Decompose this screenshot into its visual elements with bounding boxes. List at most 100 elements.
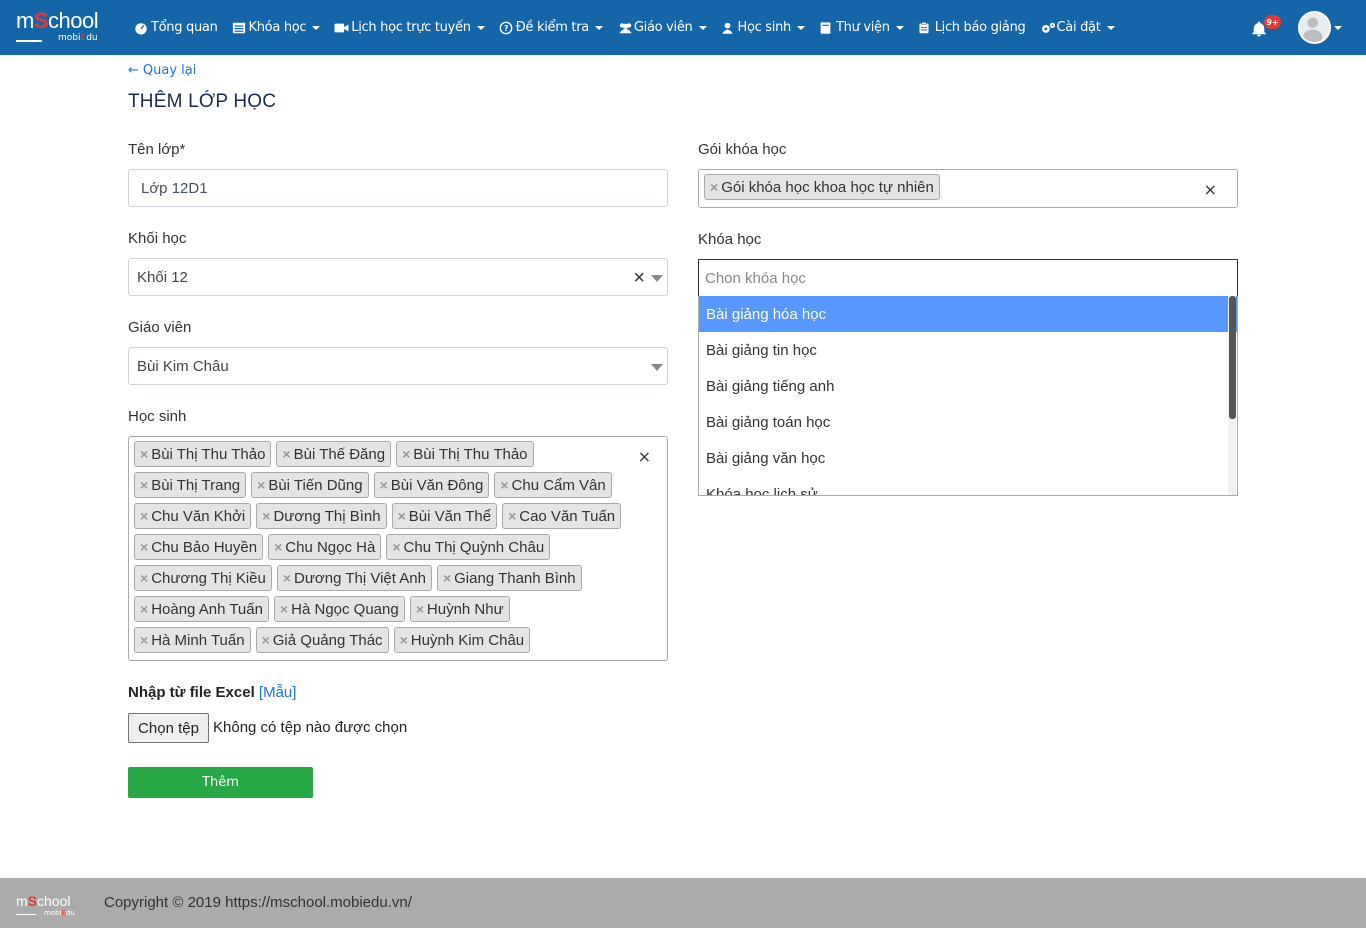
student-tag[interactable]: × Bùi Văn Đông (373, 472, 490, 498)
nav-item-label: Lịch báo giảng (934, 20, 1026, 35)
student-tag[interactable]: × Chu Ngọc Hà (268, 534, 382, 560)
remove-tag-icon[interactable]: × (140, 632, 148, 648)
caret-down-icon (1106, 25, 1115, 30)
nav-item-label: Cài đặt (1056, 20, 1101, 35)
students-multiselect[interactable]: × Bùi Thị Thu Thảo × Bùi Thế Đăng × Bùi Thị T… (128, 436, 668, 661)
course-search-input[interactable]: Chon khóa học (698, 259, 1238, 296)
back-link[interactable]: ← Quay lại (128, 63, 196, 78)
student-tag[interactable]: × Bùi Tiến Dũng (251, 472, 369, 498)
remove-tag-icon[interactable]: × (282, 446, 290, 462)
course-option[interactable]: Bài giảng toán học (699, 404, 1237, 440)
nav-item-5[interactable]: Học sinh (721, 20, 805, 35)
user-avatar-icon (1303, 17, 1323, 42)
sample-file-link[interactable]: [Mẫu] (259, 684, 297, 701)
choose-file-button[interactable]: Chọn tệp (128, 713, 209, 743)
nav-item-0[interactable]: Tổng quan (134, 20, 218, 35)
remove-tag-icon[interactable]: × (262, 508, 270, 524)
users-icon (617, 21, 632, 35)
student-tag[interactable]: × Chương Thị Kiều (134, 565, 272, 591)
remove-tag-icon[interactable]: × (140, 601, 148, 617)
students-label: Học sinh (128, 408, 187, 425)
course-option[interactable]: Bài giảng hóa học (699, 296, 1237, 332)
caret-down-icon (594, 25, 603, 30)
student-tag[interactable]: × Giang Thanh Bình (436, 565, 582, 591)
student-tag[interactable]: × Giả Quảng Thác (255, 627, 389, 653)
user-icon (721, 21, 735, 35)
remove-tag-icon[interactable]: × (416, 601, 424, 617)
class-name-input[interactable]: Lớp 12D1 (128, 169, 668, 207)
student-tag[interactable]: × Bùi Thị Trang (134, 472, 247, 498)
remove-tag-icon[interactable]: × (380, 477, 388, 493)
remove-tag-icon[interactable]: × (508, 508, 516, 524)
avatar[interactable] (1298, 11, 1331, 44)
remove-tag-icon[interactable]: × (392, 539, 400, 555)
package-multiselect[interactable]: × Gói khóa học khoa học tự nhiên × (698, 169, 1238, 208)
nav-item-2[interactable]: Lịch học trực tuyến (334, 20, 485, 35)
remove-tag-icon[interactable]: × (257, 477, 265, 493)
student-tag[interactable]: × Cao Văn Tuấn (502, 503, 622, 529)
clear-all-icon[interactable]: × (1204, 180, 1217, 199)
nav-item-label: Giáo viên (633, 20, 693, 35)
remove-tag-icon[interactable]: × (710, 179, 718, 195)
nav-item-4[interactable]: Giáo viên (617, 20, 707, 35)
clipboard-icon (918, 21, 932, 35)
class-name-label: Tên lớp* (128, 141, 186, 158)
clear-all-icon[interactable]: × (638, 447, 651, 466)
brand-logo[interactable]: mSchool mobiEdu (16, 10, 114, 46)
student-tag[interactable]: × Hoàng Anh Tuấn (134, 596, 269, 622)
caret-down-icon (796, 25, 805, 30)
remove-tag-icon[interactable]: × (274, 539, 282, 555)
nav-item-7[interactable]: Lịch báo giảng (918, 20, 1026, 35)
clear-icon[interactable]: × (633, 268, 645, 288)
remove-tag-icon[interactable]: × (140, 539, 148, 555)
remove-tag-icon[interactable]: × (398, 508, 406, 524)
teacher-select[interactable]: Bùi Kim Châu (128, 347, 668, 385)
student-tag[interactable]: × Bùi Thị Thu Thảo (134, 441, 272, 467)
remove-tag-icon[interactable]: × (280, 601, 288, 617)
student-tag[interactable]: × Bùi Văn Thể (391, 503, 498, 529)
remove-tag-icon[interactable]: × (140, 446, 148, 462)
dropdown-scroll-thumb[interactable] (1229, 296, 1236, 419)
student-tag[interactable]: × Chu Văn Khởi (134, 503, 252, 529)
student-tag[interactable]: × Huỳnh Như (409, 596, 510, 622)
student-tag-list: × Bùi Thị Thu Thảo × Bùi Thế Đăng × Bùi Thị T… (134, 441, 634, 658)
add-class-button[interactable]: Thêm (128, 767, 313, 798)
student-tag[interactable]: × Chu Bảo Huyền (134, 534, 264, 560)
nav-menu: Tổng quan Khóa học Lịch học trực tuyến ? Đề … (134, 0, 1129, 55)
caret-down-icon (312, 25, 321, 30)
remove-tag-icon[interactable]: × (262, 632, 270, 648)
grade-select[interactable]: Khối 12 × (128, 258, 668, 296)
remove-tag-icon[interactable]: × (140, 477, 148, 493)
remove-tag-icon[interactable]: × (500, 477, 508, 493)
course-option[interactable]: Bài giảng tin học (699, 332, 1237, 368)
student-tag[interactable]: × Bùi Thế Đăng (276, 441, 392, 467)
student-tag[interactable]: × Huỳnh Kim Châu (393, 627, 531, 653)
package-tag[interactable]: × Gói khóa học khoa học tự nhiên (704, 174, 940, 200)
student-tag[interactable]: × Chu Cẩm Vân (494, 472, 612, 498)
student-tag[interactable]: × Hà Ngọc Quang (273, 596, 405, 622)
remove-tag-icon[interactable]: × (283, 570, 291, 586)
course-option[interactable]: Bài giảng tiếng anh (699, 368, 1237, 404)
remove-tag-icon[interactable]: × (140, 570, 148, 586)
student-tag[interactable]: × Bùi Thị Thu Thảo (396, 441, 534, 467)
remove-tag-icon[interactable]: × (402, 446, 410, 462)
teacher-label: Giáo viên (128, 319, 192, 336)
nav-item-1[interactable]: Khóa học (232, 20, 321, 35)
nav-item-label: Khóa học (248, 20, 307, 35)
course-dropdown-list[interactable]: Bài giảng hóa học Bài giảng tin học Bài gi… (698, 296, 1238, 496)
chevron-down-icon[interactable] (1334, 26, 1342, 30)
course-option[interactable]: Bài giảng văn học (699, 440, 1237, 476)
student-tag[interactable]: × Dương Thị Bình (256, 503, 387, 529)
student-tag[interactable]: × Chu Thị Quỳnh Châu (386, 534, 551, 560)
video-icon (334, 21, 349, 35)
remove-tag-icon[interactable]: × (443, 570, 451, 586)
remove-tag-icon[interactable]: × (140, 508, 148, 524)
nav-item-6[interactable]: Thư viện (819, 20, 904, 35)
remove-tag-icon[interactable]: × (400, 632, 408, 648)
student-tag[interactable]: × Dương Thị Việt Anh (276, 565, 432, 591)
course-option[interactable]: Khóa học lịch sử (699, 476, 1237, 496)
cogs-icon (1040, 21, 1055, 35)
nav-item-8[interactable]: Cài đặt (1040, 20, 1115, 35)
nav-item-3[interactable]: ? Đề kiểm tra (499, 20, 603, 35)
student-tag[interactable]: × Hà Minh Tuấn (134, 627, 251, 653)
